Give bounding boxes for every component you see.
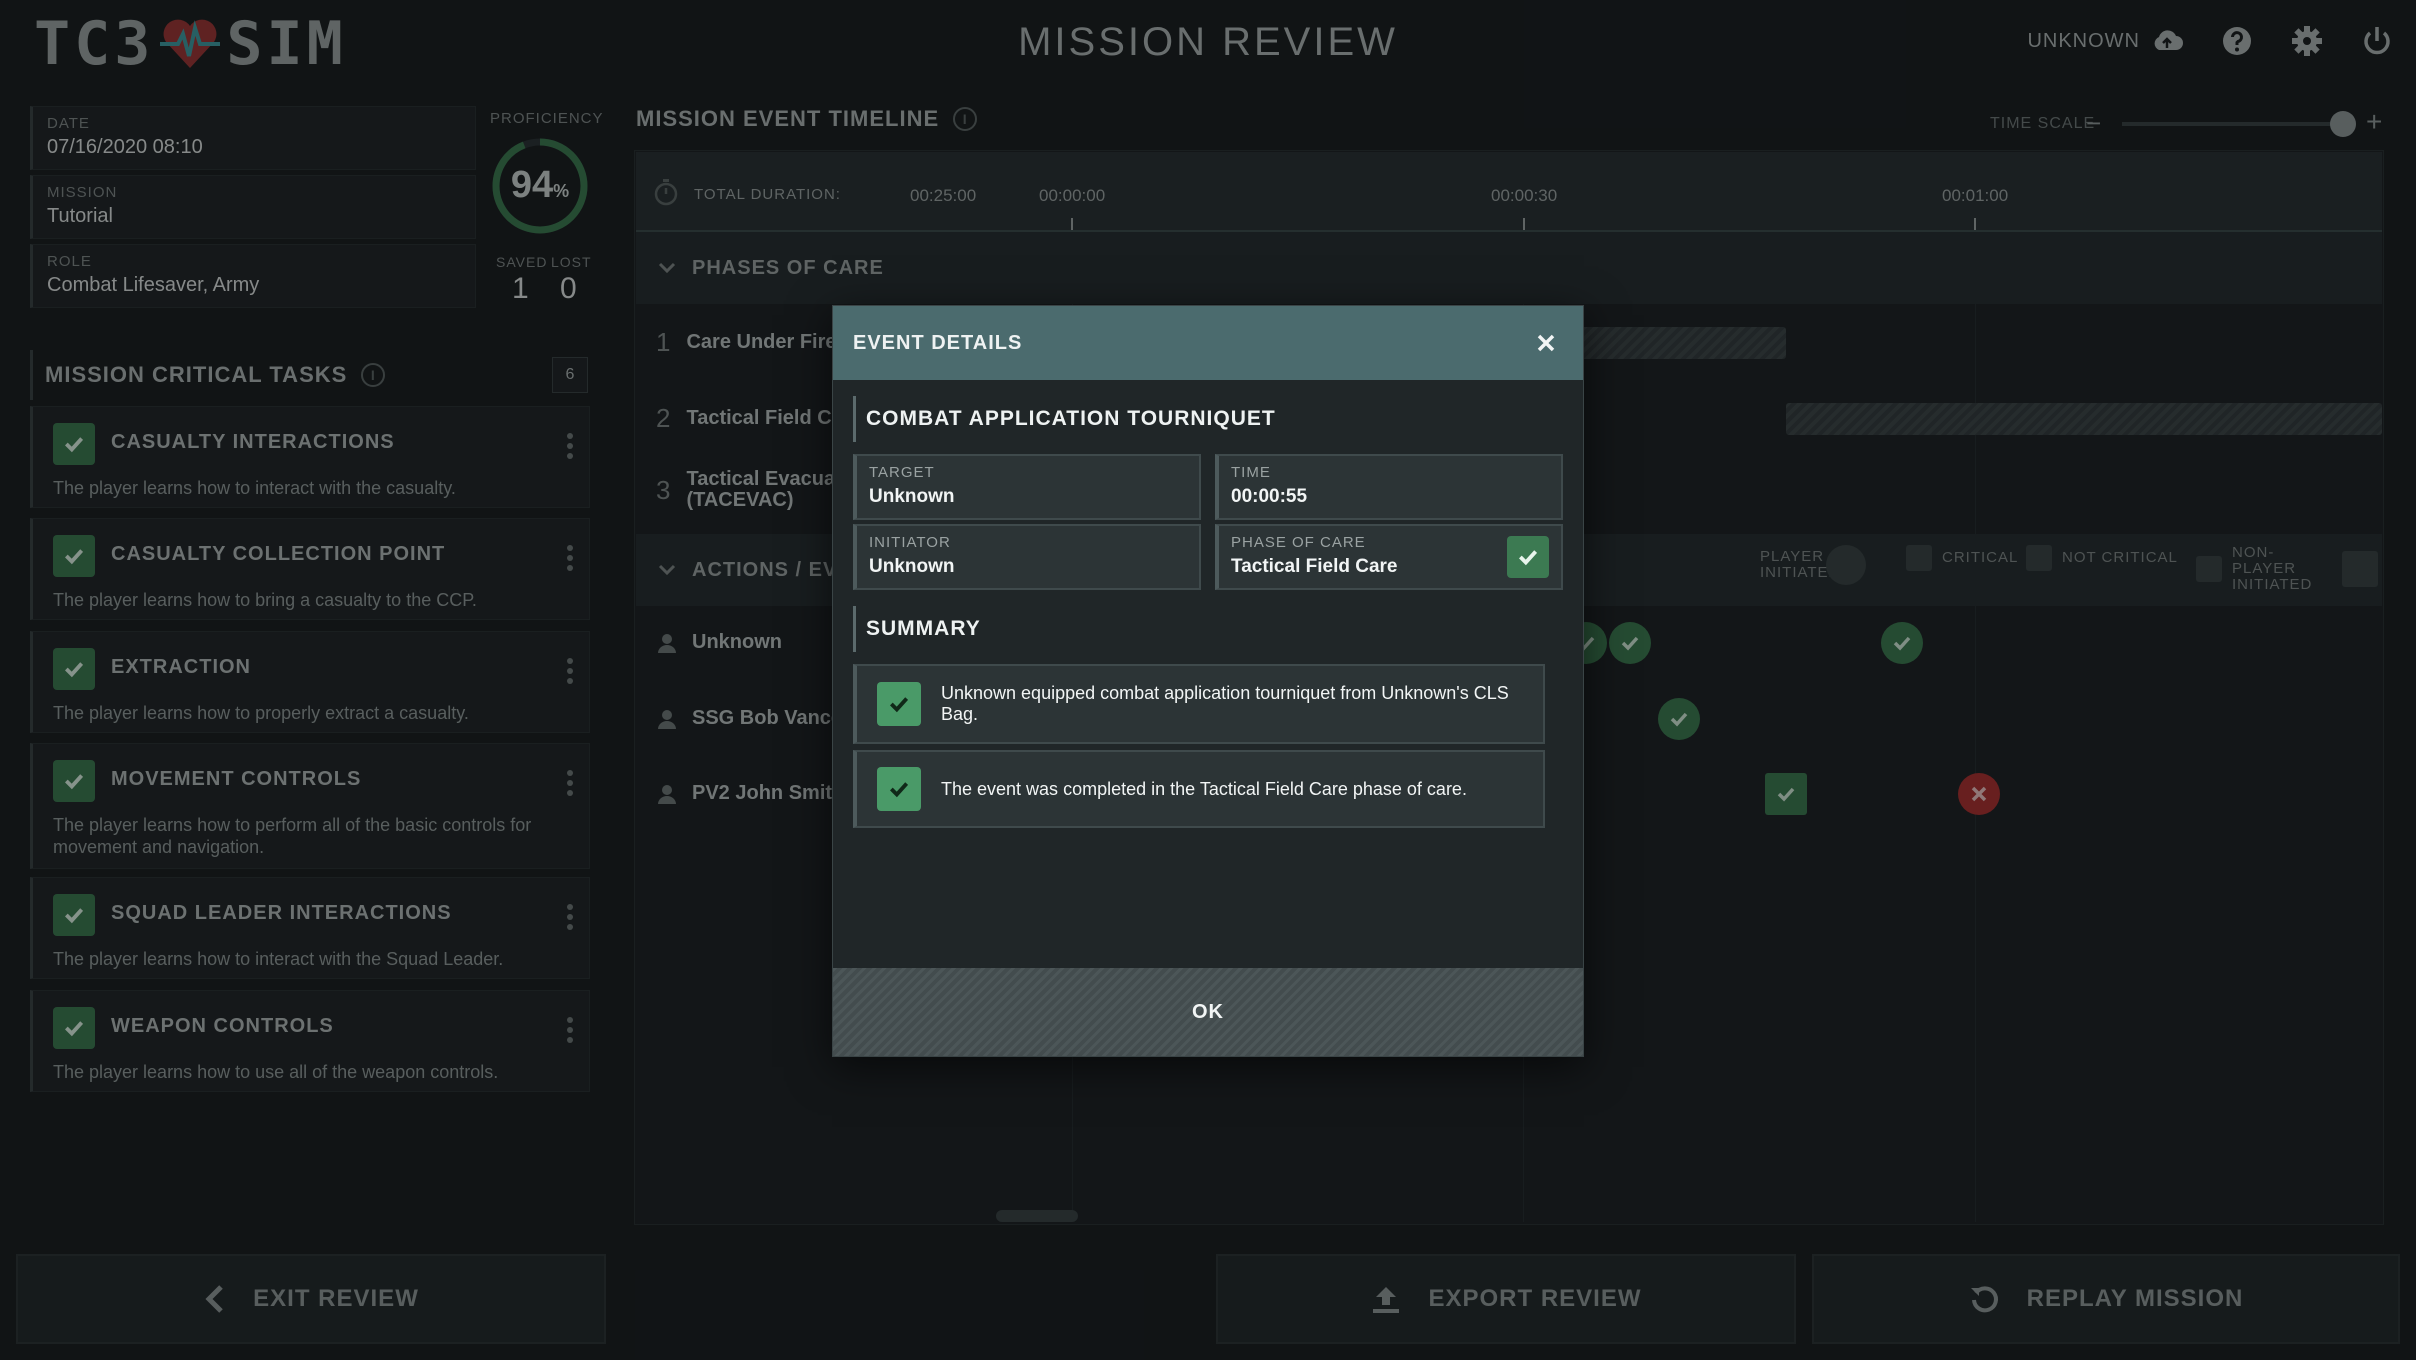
modal-title: EVENT DETAILS xyxy=(853,331,1023,354)
target-label: TARGET xyxy=(869,464,935,481)
time-value: 00:00:55 xyxy=(1231,486,1308,507)
phase-value: Tactical Field Care xyxy=(1231,556,1398,577)
checkmark-icon xyxy=(1519,550,1538,566)
time-label: TIME xyxy=(1231,464,1271,481)
phase-of-care-field: PHASE OF CARE Tactical Field Care xyxy=(1215,524,1563,590)
initiator-field: INITIATOR Unknown xyxy=(853,524,1201,590)
summary-item: The event was completed in the Tactical … xyxy=(853,750,1545,828)
event-details-modal: EVENT DETAILS COMBAT APPLICATION TOURNIQ… xyxy=(832,305,1584,1057)
summary-check xyxy=(877,682,921,726)
summary-heading: SUMMARY xyxy=(853,606,981,652)
modal-header: EVENT DETAILS xyxy=(833,306,1583,380)
summary-text: Unknown equipped combat application tour… xyxy=(941,683,1509,724)
close-icon[interactable] xyxy=(1531,328,1561,358)
phase-label: PHASE OF CARE xyxy=(1231,534,1366,551)
initiator-label: INITIATOR xyxy=(869,534,951,551)
event-name: COMBAT APPLICATION TOURNIQUET xyxy=(853,396,1276,442)
ok-label: OK xyxy=(1192,1000,1224,1023)
checkmark-icon xyxy=(890,697,909,713)
target-field: TARGET Unknown xyxy=(853,454,1201,520)
target-value: Unknown xyxy=(869,486,955,507)
time-field: TIME 00:00:55 xyxy=(1215,454,1563,520)
checkmark-icon xyxy=(890,782,909,798)
summary-item: Unknown equipped combat application tour… xyxy=(853,664,1545,744)
phase-check xyxy=(1507,536,1549,578)
summary-check xyxy=(877,767,921,811)
initiator-value: Unknown xyxy=(869,556,955,577)
summary-text: The event was completed in the Tactical … xyxy=(941,778,1467,799)
ok-button[interactable]: OK xyxy=(833,968,1583,1056)
